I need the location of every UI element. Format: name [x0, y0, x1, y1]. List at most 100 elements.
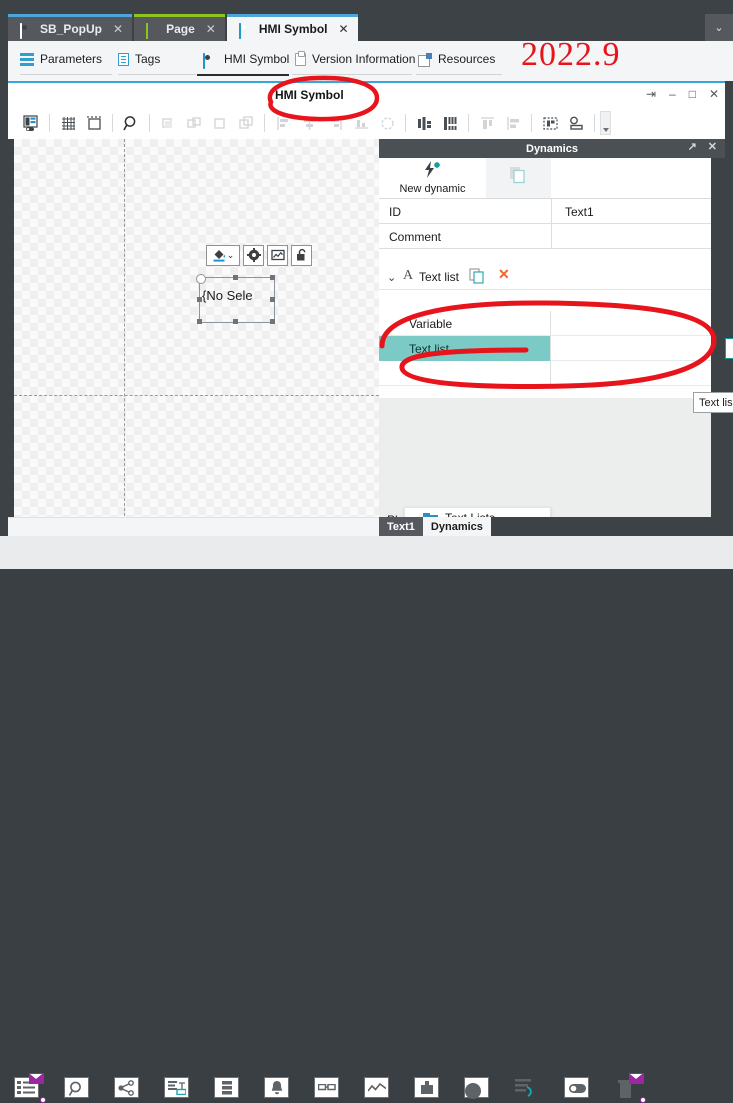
- document-tab-label: SB_PopUp: [40, 22, 102, 36]
- property-name-cell: Variable: [379, 311, 551, 336]
- ribbon-item-parameters[interactable]: Parameters: [20, 46, 102, 72]
- bring-front-icon[interactable]: [207, 110, 233, 136]
- clipboard-icon: [295, 53, 306, 66]
- close-icon[interactable]: ✕: [708, 142, 717, 153]
- switch-icon[interactable]: [564, 1077, 591, 1100]
- database-icon[interactable]: [214, 1077, 241, 1100]
- resize-handle-ne[interactable]: [270, 275, 275, 280]
- property-label: Variable: [409, 317, 452, 331]
- resize-handle-sw[interactable]: [197, 319, 202, 324]
- dynamics-field-row-id[interactable]: ID Text1: [379, 199, 711, 224]
- distribute-h-icon[interactable]: [411, 110, 437, 136]
- resize-handle-s[interactable]: [233, 319, 238, 324]
- dynamics-property-row-pl[interactable]: [379, 361, 711, 386]
- property-name-cell: Text list: [379, 336, 551, 361]
- shape-icon[interactable]: [464, 1077, 491, 1100]
- resize-handle-se[interactable]: [270, 319, 275, 324]
- resize-handle-w[interactable]: [197, 297, 202, 302]
- settings-gear-button[interactable]: [243, 245, 264, 266]
- text-note-icon[interactable]: [514, 1077, 541, 1100]
- glasses-icon[interactable]: [314, 1077, 341, 1100]
- dynamics-property-row-variable[interactable]: Variable: [379, 311, 711, 336]
- group-icon[interactable]: [155, 110, 181, 136]
- tabstrip-overflow-chevron-down-icon[interactable]: ⌄: [705, 14, 733, 41]
- ribbon-underline: [292, 74, 412, 75]
- align-left-icon[interactable]: [270, 110, 296, 136]
- align-right-icon[interactable]: [322, 110, 348, 136]
- zoom-icon[interactable]: [118, 110, 144, 136]
- select-all-icon[interactable]: [537, 110, 563, 136]
- text-type-icon: A: [403, 268, 413, 284]
- search-icon[interactable]: [64, 1077, 91, 1100]
- maximize-icon[interactable]: □: [689, 88, 696, 100]
- dynamics-field-row-comment[interactable]: Comment: [379, 224, 711, 249]
- ribbon-item-tags[interactable]: Tags: [118, 46, 160, 72]
- dynamics-property-row-text-list[interactable]: Text list ⌄: [379, 336, 711, 361]
- minimize-icon[interactable]: –: [669, 88, 676, 100]
- alarm-bell-icon[interactable]: [264, 1077, 291, 1100]
- resize-handle-nw[interactable]: [196, 274, 206, 284]
- design-canvas[interactable]: [14, 139, 379, 536]
- send-back-icon[interactable]: [233, 110, 259, 136]
- ribbon-item-hmi-symbol[interactable]: HMI Symbol: [203, 46, 289, 72]
- document-tab-page[interactable]: Page ✕: [134, 14, 225, 41]
- pin-icon[interactable]: ⇥: [646, 88, 656, 100]
- unlock-button[interactable]: [291, 245, 312, 266]
- chevron-down-icon[interactable]: ⌄: [227, 250, 235, 261]
- properties-panel-icon[interactable]: [18, 110, 44, 136]
- ribbon-item-label: Parameters: [40, 53, 102, 65]
- fill-color-dropdown[interactable]: ⌄: [206, 245, 240, 266]
- ribbon-item-resources[interactable]: Resources: [418, 46, 495, 72]
- copy-dynamic-icon: [509, 166, 528, 188]
- copy-dynamic-button[interactable]: [486, 158, 551, 198]
- bottom-tab-text1[interactable]: Text1: [379, 517, 423, 536]
- toggle-visibility-icon[interactable]: [563, 110, 589, 136]
- new-dynamic-label: New dynamic: [399, 183, 465, 195]
- selected-symbol-text: {No Sele: [202, 288, 272, 303]
- property-value-cell[interactable]: ⌄: [551, 336, 711, 361]
- same-width-icon[interactable]: [474, 110, 500, 136]
- ungroup-icon[interactable]: [181, 110, 207, 136]
- chevron-down-icon[interactable]: ⌄: [387, 271, 396, 284]
- delete-icon[interactable]: ✕: [498, 267, 510, 281]
- dynamic-group-header-text-list[interactable]: ⌄ A Text list ✕: [379, 264, 711, 290]
- dynamics-panel-header: Dynamics ↗ ✕: [379, 139, 725, 158]
- document-tab-hmi-symbol[interactable]: HMI Symbol ✕: [227, 14, 358, 41]
- status-toolbar-icons: [14, 1077, 641, 1100]
- text-list-combobox[interactable]: ⌄: [725, 338, 733, 359]
- undock-icon[interactable]: ↗: [688, 142, 697, 153]
- document-icon: [118, 53, 129, 66]
- property-value-cell[interactable]: [551, 361, 711, 386]
- editor-right-gutter: [725, 81, 733, 536]
- lock-object-icon[interactable]: [414, 1077, 441, 1100]
- resize-handle-n[interactable]: [233, 275, 238, 280]
- list-message-icon[interactable]: [14, 1077, 41, 1100]
- new-dynamic-button[interactable]: New dynamic: [379, 158, 486, 198]
- align-top-icon[interactable]: [348, 110, 374, 136]
- editor-left-gutter: [0, 81, 8, 536]
- same-height-icon[interactable]: [500, 110, 526, 136]
- align-center-h-icon[interactable]: [296, 110, 322, 136]
- close-icon[interactable]: ✕: [709, 88, 719, 100]
- trash-message-icon[interactable]: [614, 1077, 641, 1100]
- toolbar-overflow-scrollbar[interactable]: [600, 111, 611, 135]
- share-icon[interactable]: [114, 1077, 141, 1100]
- document-tab-label: HMI Symbol: [259, 22, 328, 36]
- rotate-icon[interactable]: [374, 110, 400, 136]
- resize-handle-e[interactable]: [270, 297, 275, 302]
- document-tab-sb-popup[interactable]: SB_PopUp ✕: [8, 14, 132, 41]
- chart-dynamic-button[interactable]: [267, 245, 288, 266]
- close-icon[interactable]: ✕: [113, 22, 123, 36]
- script-icon[interactable]: [164, 1077, 191, 1100]
- ribbon-item-version-information[interactable]: Version Information: [295, 46, 415, 72]
- grid-icon[interactable]: [55, 110, 81, 136]
- distribute-v-icon[interactable]: [437, 110, 463, 136]
- close-icon[interactable]: ✕: [339, 22, 349, 36]
- snap-frame-icon[interactable]: [81, 110, 107, 136]
- trend-chart-icon[interactable]: [364, 1077, 391, 1100]
- close-icon[interactable]: ✕: [206, 22, 216, 36]
- property-value-cell[interactable]: [551, 311, 711, 336]
- copy-icon[interactable]: [469, 268, 486, 288]
- bottom-tab-dynamics[interactable]: Dynamics: [423, 517, 491, 536]
- ribbon-item-label: Tags: [135, 53, 160, 65]
